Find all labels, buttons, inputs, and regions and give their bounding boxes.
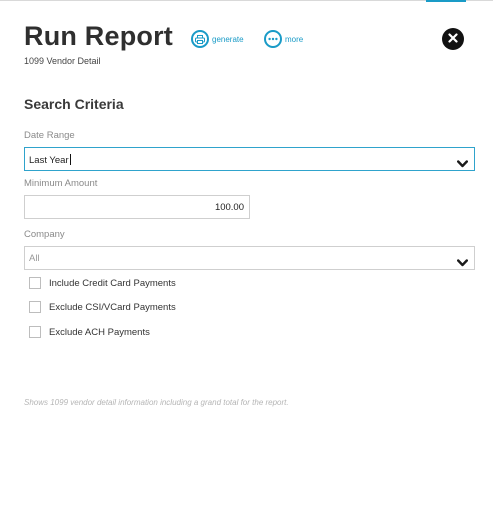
minimum-amount-label: Minimum Amount (24, 178, 98, 189)
search-criteria-heading: Search Criteria (24, 96, 124, 112)
more-button[interactable]: more (264, 30, 303, 48)
date-range-select[interactable]: Last Year (24, 147, 475, 171)
exclude-csi-vcard-checkbox[interactable]: Exclude CSI/VCard Payments (29, 301, 176, 313)
chevron-down-icon (457, 155, 468, 173)
close-button[interactable] (442, 28, 464, 50)
more-label: more (285, 34, 304, 44)
minimum-amount-value: 100.00 (214, 202, 244, 213)
date-range-value: Last Year (29, 154, 71, 166)
report-description: Shows 1099 vendor detail information inc… (24, 398, 289, 407)
top-accent-bar (426, 0, 466, 2)
printer-icon (191, 30, 209, 48)
company-select[interactable]: All (24, 246, 475, 270)
close-icon (448, 30, 458, 48)
top-divider (0, 0, 493, 1)
chevron-down-icon (457, 254, 468, 272)
text-caret (69, 154, 71, 165)
report-subtitle: 1099 Vendor Detail (24, 56, 101, 66)
generate-button[interactable]: generate (191, 30, 244, 48)
report-header: Run Report 1099 Vendor Detail generate m… (24, 20, 474, 70)
include-credit-card-checkbox[interactable]: Include Credit Card Payments (29, 277, 176, 289)
date-range-label: Date Range (24, 130, 75, 141)
include-credit-card-label: Include Credit Card Payments (49, 277, 176, 289)
checkbox-box[interactable] (29, 326, 41, 338)
minimum-amount-input[interactable]: 100.00 (24, 195, 250, 219)
company-value: All (29, 253, 40, 264)
exclude-ach-checkbox[interactable]: Exclude ACH Payments (29, 326, 150, 338)
generate-label: generate (212, 34, 244, 44)
exclude-ach-label: Exclude ACH Payments (49, 326, 150, 338)
checkbox-box[interactable] (29, 301, 41, 313)
exclude-csi-vcard-label: Exclude CSI/VCard Payments (49, 301, 176, 313)
ellipsis-icon (264, 30, 282, 48)
checkbox-box[interactable] (29, 277, 41, 289)
company-label: Company (24, 229, 65, 240)
page-title: Run Report (24, 21, 173, 51)
